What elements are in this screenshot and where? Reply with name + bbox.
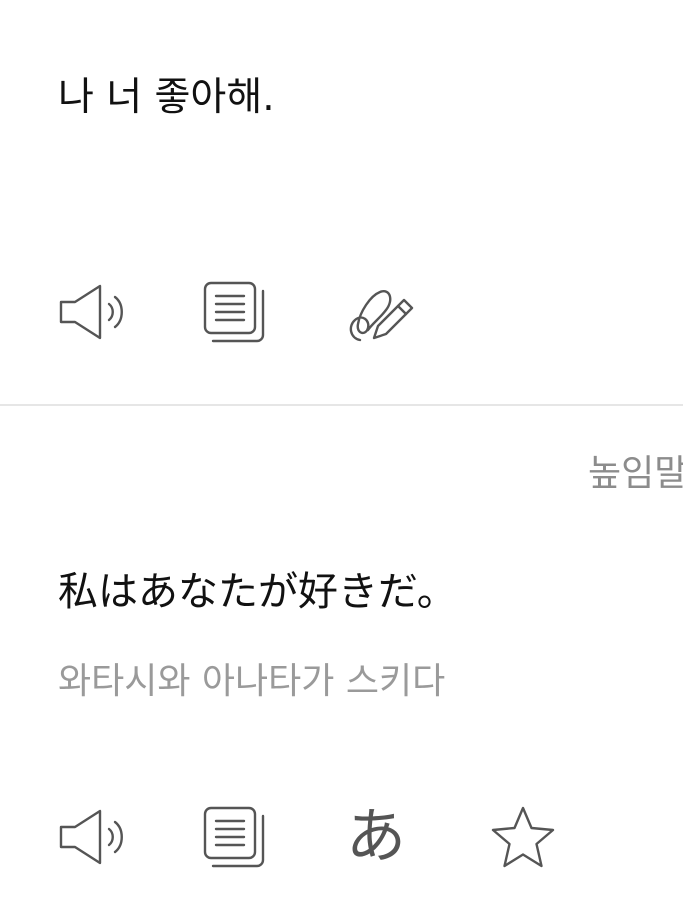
pronunciation-text: 와타시와 아나타가 스키다 [58,661,446,702]
handwriting-pen-icon [349,290,414,342]
source-handwrite-button[interactable] [346,276,418,348]
star-icon [491,806,555,868]
translator-screen: 나 너 좋아해. 높임말 私はあなたが好きだ。 와타시와 아나타가 스키다 あ [0,0,683,910]
target-speak-button[interactable] [58,801,130,873]
target-copy-button[interactable] [202,801,274,873]
speaker-icon [59,809,123,865]
kana-toggle-icon: あ [346,802,406,872]
speaker-icon [59,284,123,340]
source-copy-button[interactable] [202,276,274,348]
target-kana-button[interactable]: あ [346,801,418,873]
source-speak-button[interactable] [58,276,130,348]
copy-icon [203,806,265,868]
target-text[interactable]: 私はあなたが好きだ。 [58,561,457,623]
target-favorite-button[interactable] [490,801,562,873]
source-panel: 나 너 좋아해. [0,0,683,404]
formality-badge[interactable]: 높임말 [588,448,683,500]
target-toolbar: あ [58,801,562,873]
source-toolbar [58,276,418,348]
copy-icon [203,281,265,343]
source-text[interactable]: 나 너 좋아해. [58,68,275,128]
